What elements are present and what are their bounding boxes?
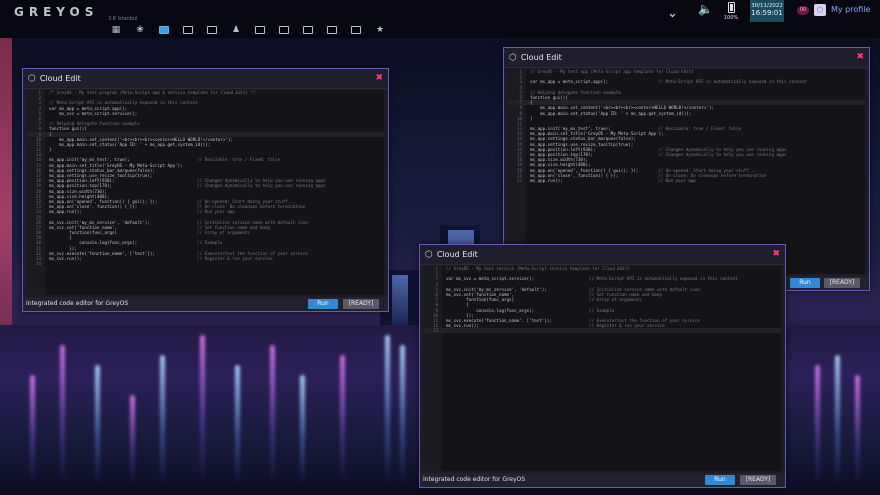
cube-icon: ⬡ <box>509 52 517 63</box>
cloud-edit-window-bottom: ⬡ Cloud Edit ✖ 1// GreyOS - My test serv… <box>419 244 786 488</box>
dock: ▦ ❀ ♟ ★ <box>104 22 392 38</box>
greyos-logo[interactable]: GREYOS <box>14 5 98 19</box>
status-badge: [READY] <box>343 299 379 309</box>
window-icon[interactable] <box>272 22 296 38</box>
chevron-down-icon[interactable]: ⌄ <box>667 6 678 21</box>
window-footer: Integrated code editor for GreyOS Run [R… <box>420 473 785 487</box>
code-line[interactable]: 34 <box>27 261 384 266</box>
window-titlebar[interactable]: ⬡ Cloud Edit ✖ <box>504 48 869 68</box>
clock[interactable]: 30/11/2022 16:59:01 <box>750 0 784 22</box>
code-line[interactable]: 13 <box>424 328 781 334</box>
cube-icon: ⬡ <box>28 73 36 84</box>
window-icon[interactable] <box>248 22 272 38</box>
window-title: Cloud Edit <box>520 53 562 62</box>
code-comment: // Run your app <box>658 177 696 183</box>
folder-icon[interactable] <box>176 22 200 38</box>
window-title: Cloud Edit <box>436 250 478 259</box>
window-titlebar[interactable]: ⬡ Cloud Edit ✖ <box>23 69 388 89</box>
close-icon[interactable]: ✖ <box>772 249 780 259</box>
window-icon[interactable] <box>296 22 320 38</box>
run-button[interactable]: Run <box>705 475 735 485</box>
code-editor[interactable]: 1/* GreyOS - My test program (Meta-Scrip… <box>27 90 384 295</box>
clock-time: 16:59:01 <box>751 9 783 17</box>
volume-icon[interactable]: 🔈 <box>698 2 713 16</box>
window-titlebar[interactable]: ⬡ Cloud Edit ✖ <box>420 245 785 265</box>
cube-icon: ⬡ <box>425 249 433 260</box>
cloud-edit-icon[interactable] <box>152 22 176 38</box>
cloud-edit-window-left: ⬡ Cloud Edit ✖ 1/* GreyOS - My test prog… <box>22 68 389 312</box>
terminal-icon[interactable] <box>200 22 224 38</box>
battery-icon <box>727 2 735 13</box>
line-number: 34 <box>35 261 41 267</box>
status-badge: [READY] <box>740 475 776 485</box>
close-icon[interactable]: ✖ <box>375 73 383 83</box>
line-number: 13 <box>432 328 438 334</box>
window-icon[interactable] <box>344 22 368 38</box>
status-badge: [READY] <box>824 278 860 288</box>
window-footer: Integrated code editor for GreyOS Run [R… <box>23 297 388 311</box>
footer-text: Integrated code editor for GreyOS <box>423 476 526 483</box>
avatar[interactable]: ⬡ <box>814 4 826 16</box>
battery-indicator[interactable]: 100% <box>724 2 738 21</box>
battery-percent: 100% <box>723 15 739 21</box>
paw-icon[interactable]: ❀ <box>128 22 152 38</box>
clock-date: 30/11/2022 <box>751 3 783 9</box>
run-button[interactable]: Run <box>790 278 820 288</box>
code-editor[interactable]: 1// GreyOS - My test service (Meta-Scrip… <box>424 266 781 471</box>
footer-text: Integrated code editor for GreyOS <box>26 300 129 307</box>
notification-badge[interactable]: 00 <box>797 6 809 15</box>
window-icon[interactable] <box>320 22 344 38</box>
line-number: 22 <box>516 177 522 183</box>
code-text: ms_app.run(); <box>530 177 563 183</box>
android-icon[interactable]: ♟ <box>224 22 248 38</box>
window-title: Cloud Edit <box>39 74 81 83</box>
star-icon[interactable]: ★ <box>368 22 392 38</box>
run-button[interactable]: Run <box>308 299 338 309</box>
apps-grid-icon[interactable]: ▦ <box>104 22 128 38</box>
profile-link[interactable]: My profile <box>831 5 870 14</box>
code-line[interactable]: 22 ms_app.run(); // Run your app <box>508 178 865 183</box>
close-icon[interactable]: ✖ <box>856 52 864 62</box>
top-bar: GREYOS 3.8 Istanbul ▦ ❀ ♟ ★ ⌄ 🔈 100% 30/… <box>0 0 880 38</box>
